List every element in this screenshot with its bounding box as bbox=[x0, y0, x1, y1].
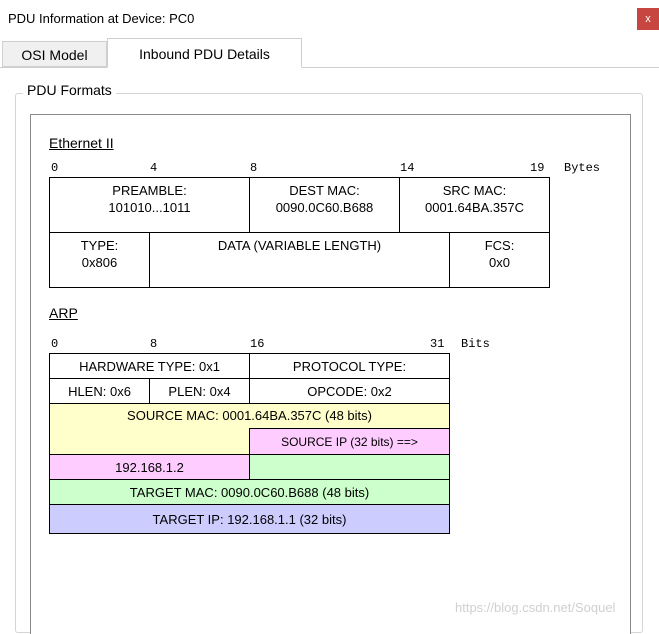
arp-hlen: HLEN: 0x6 bbox=[49, 378, 150, 404]
data-label: DATA (VARIABLE LENGTH) bbox=[217, 238, 382, 253]
arp-ruler-31: 31 bbox=[430, 337, 445, 351]
ethernet-ruler-8: 8 bbox=[250, 161, 258, 175]
title-bar: PDU Information at Device: PC0 x bbox=[0, 0, 659, 38]
preamble-label: PREAMBLE: bbox=[112, 183, 187, 198]
ethernet-ruler-19: 19 bbox=[530, 161, 545, 175]
tab-osi-model[interactable]: OSI Model bbox=[2, 41, 107, 67]
arp-ruler-8: 8 bbox=[150, 337, 158, 351]
ethernet-ruler-4: 4 bbox=[150, 161, 158, 175]
ethernet-fcs: FCS: 0x0 bbox=[449, 232, 550, 288]
ethernet-dest-mac: DEST MAC: 0090.0C60.B688 bbox=[249, 177, 400, 233]
arp-target-mac-upper bbox=[249, 454, 450, 480]
src-mac-label: SRC MAC: bbox=[442, 183, 507, 198]
ethernet-data: DATA (VARIABLE LENGTH) bbox=[149, 232, 450, 288]
ethernet-ruler-unit: Bytes bbox=[564, 161, 601, 175]
arp-hardware-type: HARDWARE TYPE: 0x1 bbox=[49, 353, 250, 379]
arp-ruler-unit: Bits bbox=[461, 337, 490, 351]
src-mac-value: 0001.64BA.357C bbox=[424, 200, 525, 215]
arp-ruler-0: 0 bbox=[51, 337, 59, 351]
tab-strip-baseline bbox=[0, 67, 659, 68]
arp-opcode: OPCODE: 0x2 bbox=[249, 378, 450, 404]
arp-source-ip-value: 192.168.1.2 bbox=[49, 454, 250, 480]
arp-target-mac: TARGET MAC: 0090.0C60.B688 (48 bits) bbox=[49, 479, 450, 505]
arp-protocol-type: PROTOCOL TYPE: bbox=[249, 353, 450, 379]
ethernet-ruler-0: 0 bbox=[51, 161, 59, 175]
source-mac-label: SOURCE MAC: 0001.64BA.357C (48 bits) bbox=[127, 408, 372, 423]
watermark: https://blog.csdn.net/Soquel bbox=[455, 600, 616, 615]
type-label: TYPE: bbox=[80, 238, 119, 253]
fcs-label: FCS: bbox=[484, 238, 515, 253]
preamble-value: 101010...1011 bbox=[108, 200, 191, 215]
tab-inbound-pdu-details[interactable]: Inbound PDU Details bbox=[107, 38, 302, 68]
window-title: PDU Information at Device: PC0 bbox=[8, 11, 195, 26]
arp-ruler-16: 16 bbox=[250, 337, 265, 351]
pdu-formats-panel[interactable]: Ethernet II 0 4 8 14 19 Bytes PREAMBLE: … bbox=[30, 114, 631, 634]
ethernet-src-mac: SRC MAC: 0001.64BA.357C bbox=[399, 177, 550, 233]
pdu-formats-label: PDU Formats bbox=[23, 82, 116, 98]
ethernet-preamble: PREAMBLE: 101010...1011 bbox=[49, 177, 250, 233]
ethernet-type: TYPE: 0x806 bbox=[49, 232, 150, 288]
close-button[interactable]: x bbox=[637, 8, 659, 30]
tab-strip: OSI Model Inbound PDU Details bbox=[0, 38, 659, 68]
dest-mac-label: DEST MAC: bbox=[289, 183, 360, 198]
arp-plen: PLEN: 0x4 bbox=[149, 378, 250, 404]
arp-title: ARP bbox=[49, 305, 78, 321]
fcs-value: 0x0 bbox=[489, 255, 510, 270]
type-value: 0x806 bbox=[81, 255, 118, 270]
arp-target-ip: TARGET IP: 192.168.1.1 (32 bits) bbox=[49, 504, 450, 534]
dest-mac-value: 0090.0C60.B688 bbox=[275, 200, 374, 215]
ethernet-ruler-14: 14 bbox=[400, 161, 415, 175]
ethernet-title: Ethernet II bbox=[49, 135, 114, 151]
arp-source-ip: SOURCE IP (32 bits) ==> bbox=[249, 428, 450, 455]
